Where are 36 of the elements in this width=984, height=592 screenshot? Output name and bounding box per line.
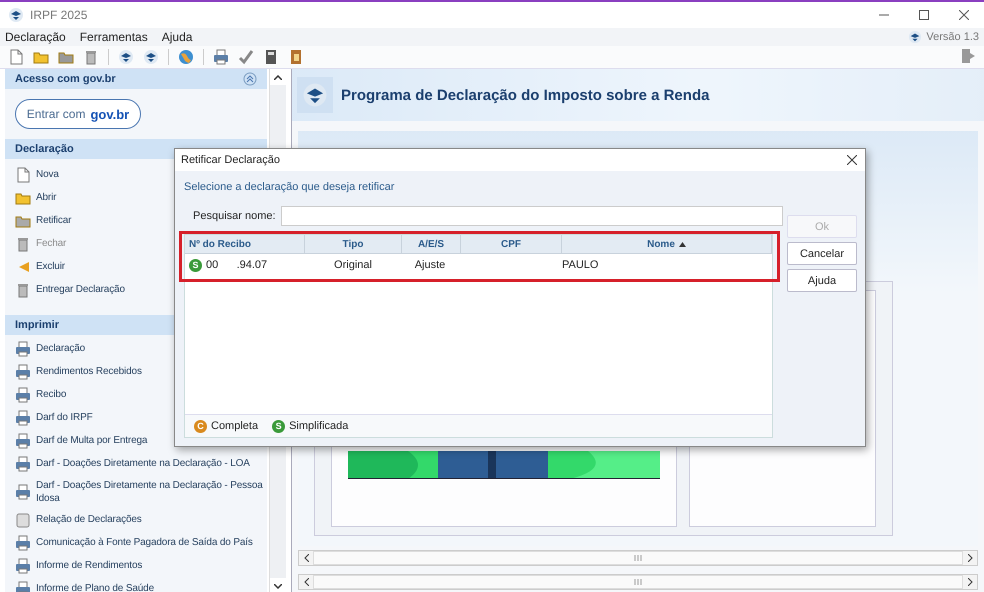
menu-item[interactable]: Ferramentas <box>80 30 148 44</box>
legend-badge: S <box>272 420 286 432</box>
sidebar-item[interactable]: Darf - Doações Diretamente na Declaração - LOA <box>5 452 267 475</box>
section-header[interactable]: Acesso com gov.br <box>5 69 267 89</box>
sidebar-item[interactable]: Recibo <box>5 383 267 406</box>
column-header[interactable]: Tipo <box>305 235 402 253</box>
window-title: IRPF 2025 <box>30 8 88 22</box>
program-title: Programa de Declaração do Imposto sobre a Renda <box>341 86 710 104</box>
sidebar-item[interactable]: Informe de Rendimentos <box>5 554 267 577</box>
sidebar-item[interactable]: Comunicação à Fonte Pagadora de Saída do País <box>5 531 267 554</box>
sidebar-item[interactable]: Relação de Declarações <box>5 508 267 531</box>
sidebar-item[interactable]: Darf - Doações Diretamente na Declaração - Pessoa Idosa <box>5 475 267 508</box>
table-cell: 00 .94.07 <box>206 259 268 271</box>
sidebar-item[interactable]: Entregar Declaração <box>5 278 267 301</box>
table-cell: Original <box>334 259 372 271</box>
column-header[interactable]: Nº do Recibo <box>185 235 305 253</box>
version-label: Versão 1.3 <box>926 31 979 43</box>
column-header[interactable]: Nome <box>562 235 772 253</box>
gov-login-button[interactable]: Entrar com gov.br <box>15 99 141 129</box>
dialog-button[interactable]: Ajuda <box>787 269 857 292</box>
column-header[interactable]: CPF <box>461 235 562 253</box>
sidebar-item[interactable]: Rendimentos Recebidos <box>5 360 267 383</box>
menu-item[interactable]: Ajuda <box>162 30 192 44</box>
type-badge: S <box>189 258 202 272</box>
table-cell: PAULO <box>562 259 598 271</box>
table-cell: Ajuste <box>414 259 446 271</box>
search-label: Pesquisar nome: <box>193 210 276 222</box>
legend-badge: C <box>194 420 207 432</box>
menu-item[interactable]: Declaração <box>5 30 66 44</box>
legend-label: Completa <box>211 420 258 432</box>
sidebar-item[interactable]: Declaração <box>5 337 267 360</box>
column-header[interactable]: A/E/S <box>402 235 461 253</box>
sidebar-item[interactable]: Informe de Plano de Saúde <box>5 577 267 592</box>
instruction-text: Selecione a declaração que deseja retificar <box>184 181 396 193</box>
dialog-button[interactable]: Cancelar <box>787 242 857 265</box>
legend-label: Simplificada <box>289 420 348 432</box>
